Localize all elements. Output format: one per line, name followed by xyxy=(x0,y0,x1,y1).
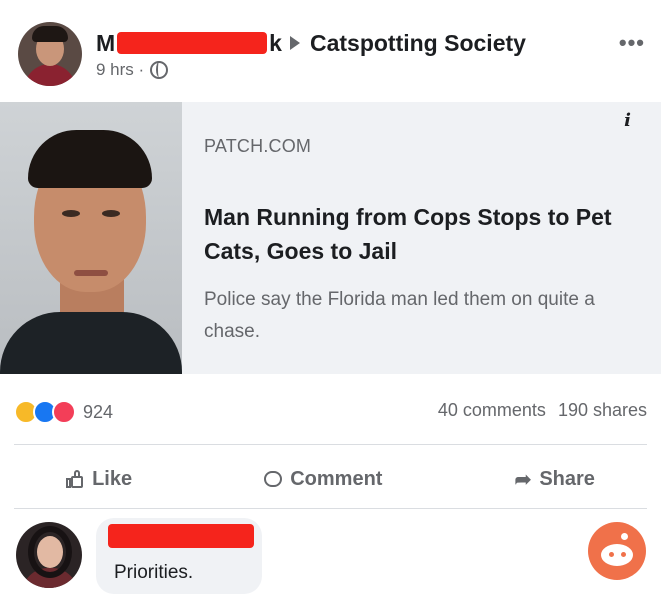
redaction-bar xyxy=(117,32,268,54)
comment-bubble: Priorities. xyxy=(96,518,262,594)
speech-bubble-icon xyxy=(264,471,283,487)
divider xyxy=(14,444,647,445)
share-arrow-icon: ➦ xyxy=(514,468,532,491)
comment-text: Priorities. xyxy=(114,562,194,583)
more-options-icon[interactable]: ••• xyxy=(619,30,645,56)
author-name-start[interactable]: M xyxy=(96,30,115,57)
reaction-count: 924 xyxy=(83,401,114,422)
link-title[interactable]: Man Running from Cops Stops to Pet Cats,… xyxy=(204,200,654,268)
link-domain: PATCH.COM xyxy=(204,136,312,156)
shares-count-link[interactable]: 190 shares xyxy=(558,400,647,421)
like-label: Like xyxy=(92,467,133,490)
reddit-logo-icon xyxy=(588,522,646,580)
action-bar: Like Comment ➦ Share xyxy=(0,454,661,504)
author-name-end[interactable]: k xyxy=(269,30,282,57)
triangle-right-icon xyxy=(289,36,300,50)
share-button[interactable]: ➦ Share xyxy=(515,467,595,492)
comment-label: Comment xyxy=(290,467,383,490)
info-icon[interactable]: i xyxy=(624,110,631,131)
redaction-bar xyxy=(108,524,254,548)
comment-button[interactable]: Comment xyxy=(264,468,382,491)
globe-icon xyxy=(150,61,169,79)
thumbs-up-icon xyxy=(66,470,84,488)
like-button[interactable]: Like xyxy=(66,468,132,491)
group-name-link[interactable]: Catspotting Society xyxy=(310,30,526,57)
commenter-avatar[interactable] xyxy=(16,522,82,588)
reactions-summary[interactable]: 924 xyxy=(14,400,113,424)
post-meta: 9 hrs · xyxy=(96,60,169,80)
link-preview-card[interactable]: i PATCH.COM Man Running from Cops Stops … xyxy=(0,102,661,374)
comments-count-link[interactable]: 40 comments xyxy=(438,400,546,421)
post-time[interactable]: 9 hrs · xyxy=(96,60,144,80)
author-avatar[interactable] xyxy=(18,22,82,86)
divider xyxy=(14,508,647,509)
share-label: Share xyxy=(539,467,595,490)
love-icon xyxy=(52,400,76,424)
link-description: Police say the Florida man led them on q… xyxy=(204,289,595,342)
post-header: M k Catspotting Society xyxy=(96,28,526,58)
mugshot-thumbnail xyxy=(0,102,182,374)
engagement-counts: 40 comments 190 shares xyxy=(438,400,647,421)
